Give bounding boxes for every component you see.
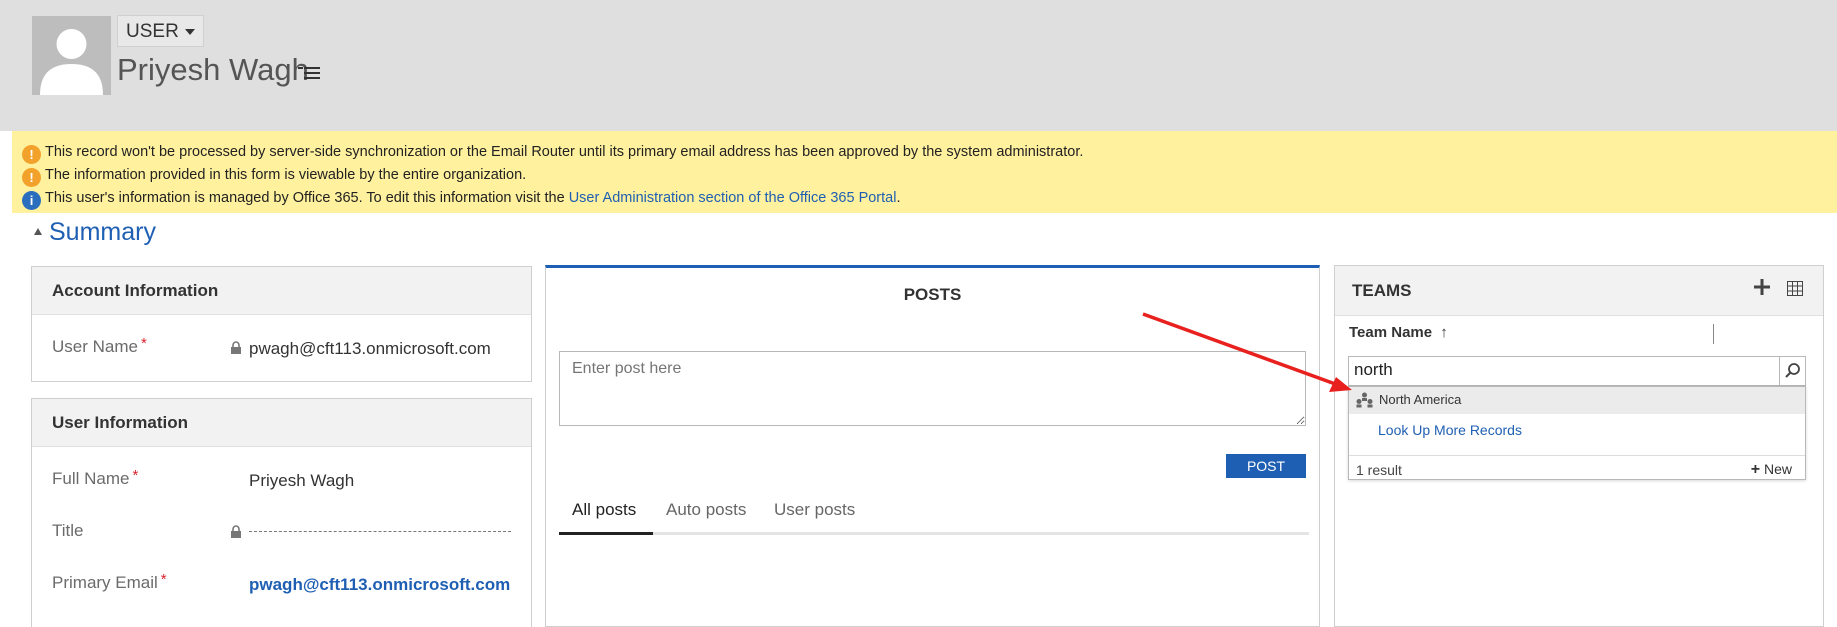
post-input[interactable]	[559, 351, 1306, 426]
active-tab-indicator	[559, 532, 653, 535]
team-lookup-input[interactable]: north	[1348, 356, 1806, 386]
lock-icon	[231, 525, 241, 538]
notification-row: i This user's information is managed by O…	[22, 187, 900, 210]
title-label: Title	[52, 521, 84, 540]
team-name-column-header[interactable]: Team Name ↑	[1349, 324, 1448, 341]
lookup-results-dropdown: North America Look Up More Records 1 res…	[1348, 386, 1806, 480]
collapse-triangle-icon	[34, 228, 42, 235]
lookup-search-text: north	[1354, 360, 1393, 379]
record-title: Priyesh Wagh	[117, 52, 309, 87]
lookup-result-item[interactable]: North America	[1349, 387, 1805, 414]
sort-ascending-icon: ↑	[1440, 324, 1448, 341]
account-information-panel: Account Information User Name * pwagh@cft…	[31, 266, 532, 382]
tab-divider	[559, 532, 1309, 535]
user-information-panel: User Information Full Name * Priyesh Wagh…	[31, 398, 532, 627]
office365-portal-link[interactable]: User Administration section of the Offic…	[569, 190, 897, 206]
record-header: USER Priyesh Wagh	[0, 0, 1837, 131]
primary-email-label: Primary Email *	[52, 571, 167, 592]
user-name-value[interactable]: pwagh@cft113.onmicrosoft.com	[249, 339, 491, 359]
notification-row: ! The information provided in this form i…	[22, 164, 526, 187]
primary-email-value[interactable]: pwagh@cft113.onmicrosoft.com	[249, 575, 510, 595]
caret-down-icon	[184, 28, 195, 35]
lock-icon	[231, 341, 241, 354]
lookup-footer: 1 result + New	[1349, 455, 1805, 480]
grid-view-icon[interactable]	[1787, 281, 1803, 296]
user-name-label: User Name *	[52, 335, 147, 356]
add-team-icon[interactable]	[1753, 278, 1771, 296]
new-record-button[interactable]: + New	[1751, 461, 1792, 479]
teams-heading: TEAMS	[1335, 266, 1823, 316]
teams-subgrid: TEAMS Team Name ↑ north North America Lo…	[1334, 265, 1824, 627]
user-avatar[interactable]	[32, 16, 111, 95]
plus-icon: +	[1750, 461, 1761, 478]
entity-switcher[interactable]: USER	[117, 15, 204, 47]
look-up-more-records-link[interactable]: Look Up More Records	[1378, 422, 1522, 438]
result-name: North America	[1379, 392, 1462, 407]
form-selector-icon[interactable]	[298, 64, 320, 82]
tab-user-posts[interactable]: User posts	[774, 500, 855, 520]
panel-heading: Account Information	[32, 267, 531, 315]
search-icon	[1785, 363, 1800, 378]
warning-icon: !	[22, 145, 41, 164]
entity-label: USER	[126, 21, 179, 42]
warning-icon: !	[22, 168, 41, 187]
column-separator[interactable]	[1713, 324, 1714, 344]
full-name-label: Full Name *	[52, 467, 139, 488]
tab-all-posts[interactable]: All posts	[572, 500, 636, 520]
title-field[interactable]	[249, 531, 511, 532]
result-count: 1 result	[1356, 462, 1402, 478]
tab-auto-posts[interactable]: Auto posts	[666, 500, 746, 520]
lookup-search-button[interactable]	[1779, 357, 1805, 385]
notification-row: ! This record won't be processed by serve…	[22, 141, 1083, 164]
full-name-value[interactable]: Priyesh Wagh	[249, 471, 354, 491]
posts-panel: POSTS POST All posts Auto posts User pos…	[545, 265, 1320, 627]
panel-heading: User Information	[32, 399, 531, 447]
section-header-summary[interactable]: Summary	[34, 218, 156, 247]
post-button[interactable]: POST	[1226, 454, 1306, 478]
team-icon	[1356, 392, 1373, 408]
info-icon: i	[22, 191, 41, 210]
posts-title: POSTS	[903, 285, 962, 304]
notification-bar: ! This record won't be processed by serve…	[12, 131, 1837, 213]
